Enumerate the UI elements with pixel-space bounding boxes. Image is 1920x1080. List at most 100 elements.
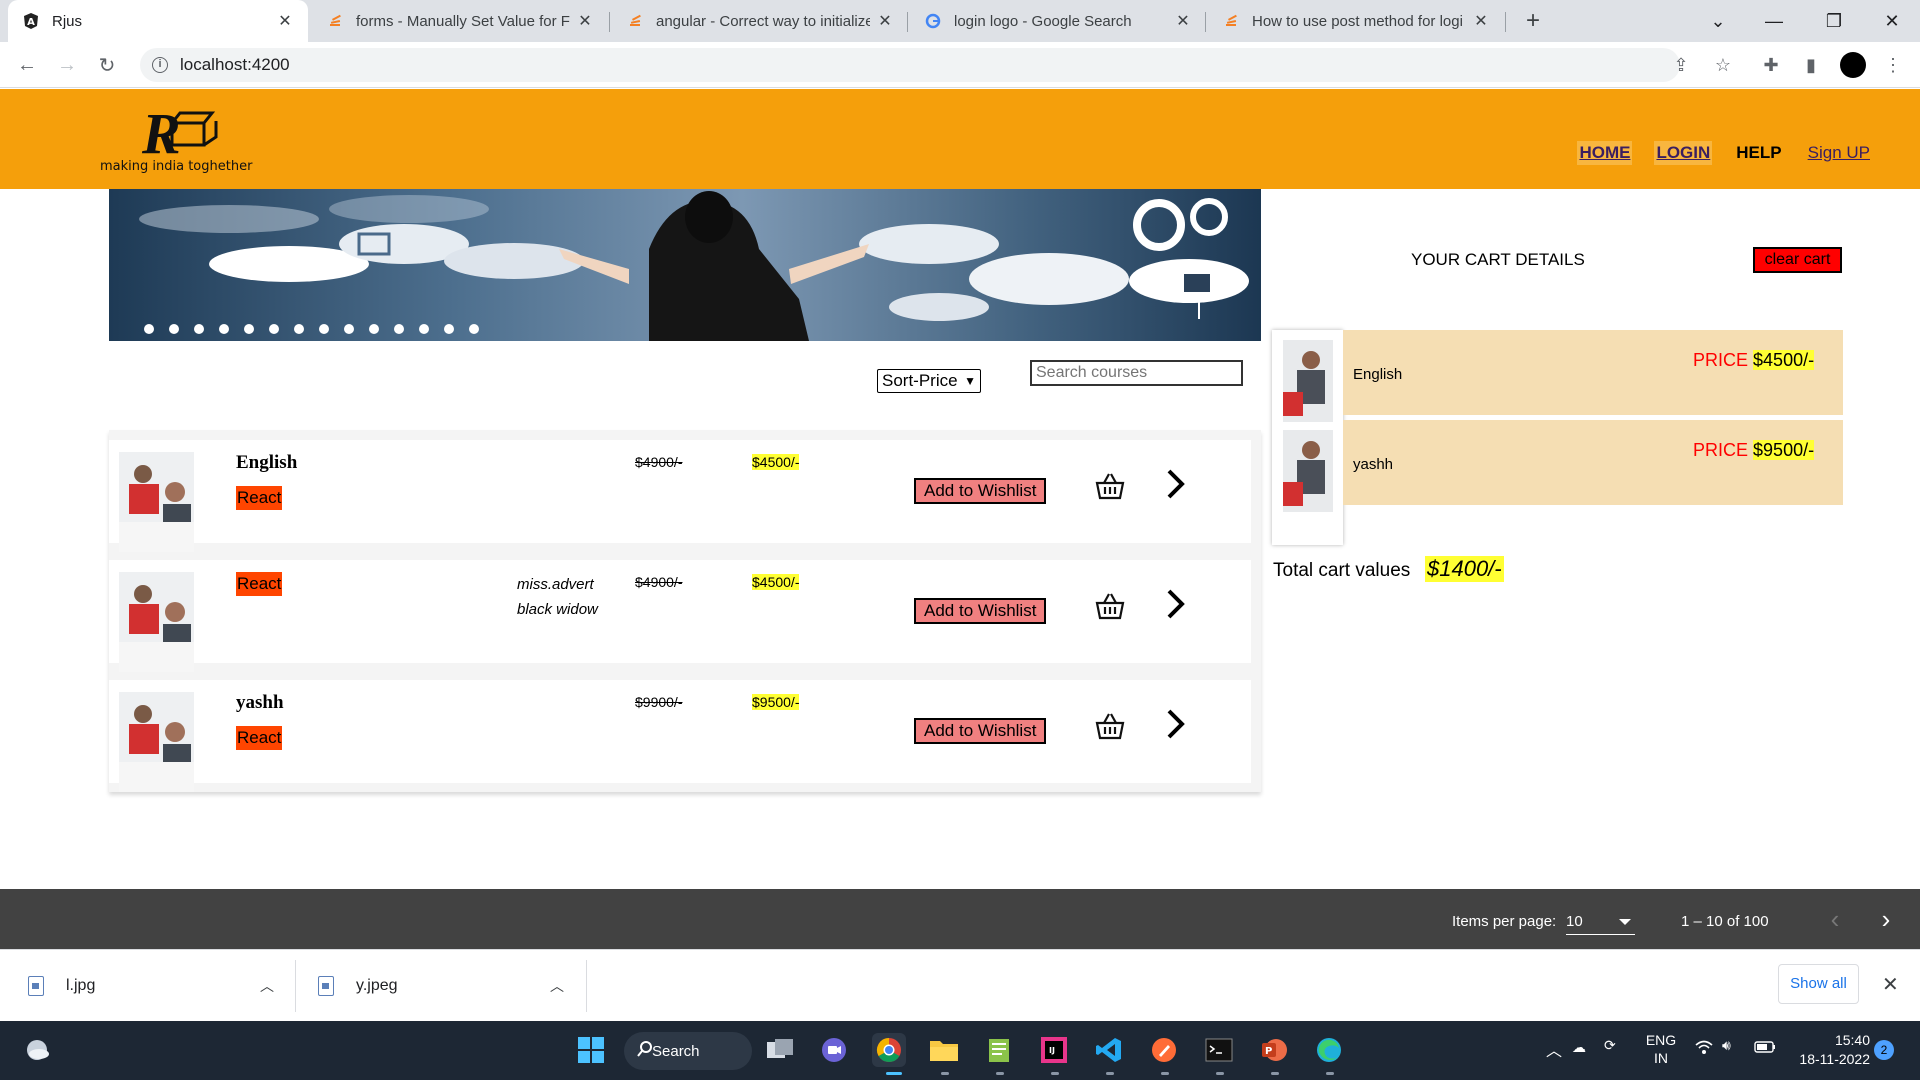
windows-start-icon[interactable]	[574, 1033, 608, 1067]
notification-badge[interactable]: 2	[1874, 1040, 1894, 1060]
downloads-bar: l.jpg ︿ y.jpeg ︿ Show all ✕	[0, 949, 1920, 1021]
terminal-icon[interactable]	[1202, 1033, 1236, 1067]
task-view-icon[interactable]	[763, 1033, 797, 1067]
running-app-indicator	[996, 1072, 1004, 1075]
next-page-icon[interactable]: ›	[1870, 903, 1902, 935]
search-courses-input[interactable]	[1030, 360, 1243, 386]
profile-avatar[interactable]	[1840, 52, 1866, 78]
course-thumbnail	[119, 572, 194, 672]
sort-price-select[interactable]: Sort-Price ▼	[877, 369, 981, 393]
close-tab-icon[interactable]: ✕	[1472, 11, 1490, 31]
address-bar[interactable]: i localhost:4200	[140, 48, 1680, 82]
caret-down-icon	[1619, 919, 1631, 925]
edge-icon[interactable]	[1312, 1033, 1346, 1067]
onedrive-icon[interactable]: ☁	[1572, 1039, 1586, 1056]
course-description-line: miss.advert	[517, 576, 594, 593]
close-window-icon[interactable]: ✕	[1870, 0, 1914, 42]
add-to-wishlist-button[interactable]: Add to Wishlist	[914, 478, 1047, 504]
close-tab-icon[interactable]: ✕	[876, 11, 894, 31]
download-separator	[295, 960, 296, 1012]
google-icon	[924, 12, 942, 30]
download-item[interactable]: y.jpeg ︿	[318, 950, 568, 1022]
postman-icon[interactable]	[1147, 1033, 1181, 1067]
battery-icon[interactable]	[1754, 1040, 1776, 1056]
basket-icon[interactable]	[1094, 470, 1126, 502]
show-hidden-icons-chevron-icon[interactable]: ︿	[1546, 1037, 1562, 1061]
wifi-icon[interactable]	[1694, 1039, 1714, 1058]
svg-text:P: P	[1265, 1046, 1272, 1057]
chevron-up-icon[interactable]: ︿	[550, 976, 564, 996]
restore-icon[interactable]: ❐	[1812, 0, 1856, 42]
cart-total-value: $1400/-	[1425, 556, 1504, 582]
items-per-page-label: Items per page:	[1452, 913, 1557, 930]
cart-thumbnails	[1272, 330, 1343, 545]
clear-cart-button[interactable]: clear cart	[1753, 247, 1842, 273]
stackoverflow-icon	[626, 12, 644, 30]
chrome-icon[interactable]	[872, 1033, 906, 1067]
share-icon[interactable]: ⇪	[1668, 52, 1694, 78]
forward-icon[interactable]: →	[52, 50, 82, 80]
running-app-indicator	[1271, 1072, 1279, 1075]
intellij-icon[interactable]: IJ	[1037, 1033, 1071, 1067]
chevron-up-icon[interactable]: ︿	[260, 976, 274, 996]
language-indicator[interactable]: ENG IN	[1644, 1031, 1678, 1067]
back-icon[interactable]: ←	[12, 50, 42, 80]
powerpoint-icon[interactable]: P	[1257, 1033, 1291, 1067]
bookmark-star-icon[interactable]: ☆	[1710, 52, 1736, 78]
side-panel-icon[interactable]: ▮	[1798, 52, 1824, 78]
stackoverflow-icon	[1222, 12, 1240, 30]
sync-icon[interactable]: ⟳	[1604, 1037, 1616, 1054]
close-tab-icon[interactable]: ✕	[276, 11, 294, 31]
close-downloads-icon[interactable]: ✕	[1882, 972, 1899, 997]
chevron-right-icon[interactable]	[1163, 706, 1189, 742]
new-tab-icon[interactable]: +	[1518, 6, 1548, 36]
nav-help-link[interactable]: HELP	[1734, 141, 1783, 165]
reload-icon[interactable]: ↻	[92, 50, 122, 80]
extensions-icon[interactable]: ✚	[1758, 52, 1784, 78]
hero-banner-image	[109, 189, 1261, 341]
course-tag: React	[236, 572, 283, 596]
add-to-wishlist-button[interactable]: Add to Wishlist	[914, 598, 1047, 624]
teams-chat-icon[interactable]	[817, 1033, 851, 1067]
cart-item-price: PRICE $4500/-	[1693, 350, 1815, 371]
app-header: R making india toghether HOME LOGIN HELP…	[0, 89, 1920, 189]
tab-title: login logo - Google Search	[954, 12, 1132, 30]
close-tab-icon[interactable]: ✕	[576, 11, 594, 31]
site-info-icon[interactable]: i	[152, 57, 168, 73]
tab-forms[interactable]: forms - Manually Set Value for Fo ✕	[312, 0, 608, 42]
close-tab-icon[interactable]: ✕	[1174, 11, 1192, 31]
search-icon	[636, 1040, 654, 1062]
tab-post-method[interactable]: How to use post method for logi ✕	[1208, 0, 1504, 42]
tab-google-search[interactable]: login logo - Google Search ✕	[910, 0, 1206, 42]
notepad-icon[interactable]	[982, 1033, 1016, 1067]
taskbar-search[interactable]: Search	[624, 1032, 752, 1070]
svg-text:R: R	[141, 101, 181, 161]
items-per-page-select[interactable]: 10	[1566, 907, 1635, 935]
course-new-price: $9500/-	[752, 694, 800, 710]
chevron-right-icon[interactable]	[1163, 586, 1189, 622]
previous-page-icon[interactable]: ‹	[1819, 903, 1851, 935]
chevron-right-icon[interactable]	[1163, 466, 1189, 502]
nav-login-link[interactable]: LOGIN	[1654, 141, 1713, 165]
volume-icon[interactable]: 🔊︎	[1722, 1037, 1731, 1054]
show-all-downloads-button[interactable]: Show all	[1778, 964, 1859, 1004]
clock[interactable]: 15:40 18-11-2022	[1790, 1031, 1870, 1069]
cart-item: English PRICE $4500/-	[1343, 330, 1843, 415]
nav-signup-link[interactable]: Sign UP	[1806, 141, 1872, 165]
nav-home-link[interactable]: HOME	[1577, 141, 1633, 165]
tab-search-chevron-icon[interactable]: ⌄	[1696, 0, 1740, 42]
download-item[interactable]: l.jpg ︿	[28, 950, 278, 1022]
basket-icon[interactable]	[1094, 590, 1126, 622]
tab-rjus[interactable]: A Rjus ✕	[8, 0, 308, 42]
basket-icon[interactable]	[1094, 710, 1126, 742]
weather-icon[interactable]	[20, 1033, 54, 1067]
file-explorer-icon[interactable]	[927, 1033, 961, 1067]
menu-kebab-icon[interactable]: ⋮	[1880, 52, 1906, 78]
minimize-icon[interactable]: —	[1752, 0, 1796, 42]
add-to-wishlist-button[interactable]: Add to Wishlist	[914, 718, 1047, 744]
course-card: English React $4900/- $4500/- Add to Wis…	[109, 440, 1251, 552]
tab-angular[interactable]: angular - Correct way to initialize ✕	[612, 0, 908, 42]
windows-taskbar: Search IJ P ︿ ☁ ⟳ ENG IN 🔊︎ 15:40 18-11-…	[0, 1021, 1920, 1080]
vscode-icon[interactable]	[1092, 1033, 1126, 1067]
taskbar-search-label: Search	[652, 1042, 700, 1060]
